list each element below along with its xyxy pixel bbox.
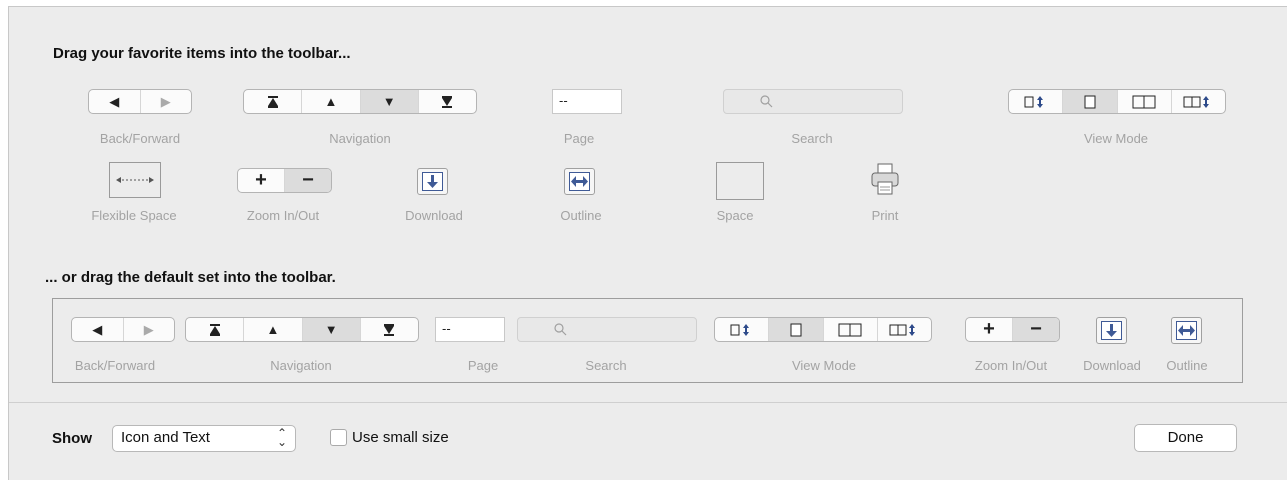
show-popup-value: Icon and Text [121, 429, 210, 446]
space-item[interactable] [716, 162, 764, 200]
page-label: Page [563, 131, 595, 146]
printer-icon [871, 163, 899, 195]
download-icon [1106, 323, 1117, 337]
back-forward-label: Back/Forward [99, 131, 181, 146]
heading-favorite-items: Drag your favorite items into the toolba… [53, 45, 351, 62]
zoom-out-icon: − [1012, 318, 1059, 341]
two-pages-continuous-icon [876, 318, 931, 341]
view-mode-control[interactable] [1008, 89, 1226, 114]
page-field[interactable]: -- [552, 89, 622, 114]
flexible-space-label: Flexible Space [91, 208, 177, 223]
next-page-icon[interactable]: ▼ [359, 90, 418, 113]
previous-page-icon: ▲ [243, 318, 301, 341]
single-page-icon[interactable] [1062, 90, 1117, 113]
space-label: Space [716, 208, 754, 223]
outline-icon [1178, 325, 1195, 336]
done-button[interactable]: Done [1134, 424, 1237, 452]
use-small-size-label[interactable]: Use small size [352, 429, 449, 446]
search-label: Search [791, 131, 833, 146]
first-page-icon[interactable] [244, 90, 301, 113]
previous-page-icon[interactable]: ▲ [301, 90, 359, 113]
outline-icon [571, 176, 588, 187]
use-small-size-checkbox[interactable] [330, 429, 347, 446]
view-mode-label: View Mode [1083, 131, 1149, 146]
default-download-button [1096, 317, 1127, 344]
show-label: Show [52, 430, 92, 447]
default-back-forward-label: Back/Forward [74, 358, 156, 373]
forward-icon[interactable]: ▶ [139, 90, 192, 113]
print-item[interactable] [869, 162, 901, 198]
download-button[interactable] [417, 168, 448, 195]
forward-icon: ▶ [122, 318, 175, 341]
print-label: Print [871, 208, 899, 223]
zoom-label: Zoom In/Out [246, 208, 320, 223]
default-navigation: ▲ ▼ [185, 317, 419, 342]
customize-toolbar-sheet: Drag your favorite items into the toolba… [8, 6, 1287, 480]
first-page-icon [186, 318, 243, 341]
zoom-control[interactable]: + − [237, 168, 332, 193]
flexible-space-icon [116, 177, 154, 183]
back-icon: ◀ [92, 321, 103, 337]
default-navigation-label: Navigation [270, 358, 332, 373]
default-search-label: Search [585, 358, 627, 373]
single-page-icon [768, 318, 823, 341]
last-page-icon[interactable] [417, 90, 476, 113]
default-outline-label: Outline [1166, 358, 1208, 373]
heading-default-set: ... or drag the default set into the too… [45, 269, 336, 286]
default-zoom-label: Zoom In/Out [974, 358, 1048, 373]
zoom-in-icon: + [983, 318, 995, 340]
default-page-field: -- [435, 317, 505, 342]
back-icon[interactable]: ◀ [89, 90, 140, 113]
zoom-in-icon[interactable]: + [238, 169, 284, 192]
single-page-continuous-icon[interactable] [1009, 90, 1062, 113]
default-view-mode-label: View Mode [791, 358, 857, 373]
footer-divider [9, 402, 1287, 403]
back-forward-control[interactable]: ◀ ▶ [88, 89, 192, 114]
default-outline-button [1171, 317, 1202, 344]
search-field[interactable] [723, 89, 903, 114]
two-pages-continuous-icon[interactable] [1170, 90, 1225, 113]
outline-button[interactable] [564, 168, 595, 195]
show-popup[interactable]: Icon and Text ⌃ ⌄ [112, 425, 296, 452]
search-icon [554, 323, 567, 336]
download-label: Download [405, 208, 463, 223]
outline-label: Outline [560, 208, 602, 223]
popup-arrows-icon: ⌃ ⌄ [276, 426, 287, 449]
navigation-control[interactable]: ▲ ▼ [243, 89, 477, 114]
default-download-label: Download [1083, 358, 1141, 373]
default-search-field [517, 317, 697, 342]
default-page-label: Page [467, 358, 499, 373]
flexible-space-item[interactable] [109, 162, 161, 198]
last-page-icon [359, 318, 418, 341]
default-toolbar-set[interactable]: ◀ ▶ Back/Forward ▲ ▼ Navigation -- Page … [52, 298, 1243, 383]
search-icon [760, 95, 773, 108]
navigation-label: Navigation [329, 131, 391, 146]
two-pages-icon [822, 318, 877, 341]
two-pages-icon[interactable] [1116, 90, 1171, 113]
zoom-out-icon[interactable]: − [284, 169, 331, 192]
single-page-continuous-icon [715, 318, 768, 341]
next-page-icon: ▼ [301, 318, 360, 341]
download-icon [427, 174, 438, 188]
default-view-mode [714, 317, 932, 342]
default-zoom: + − [965, 317, 1060, 342]
default-back-forward: ◀ ▶ [71, 317, 175, 342]
